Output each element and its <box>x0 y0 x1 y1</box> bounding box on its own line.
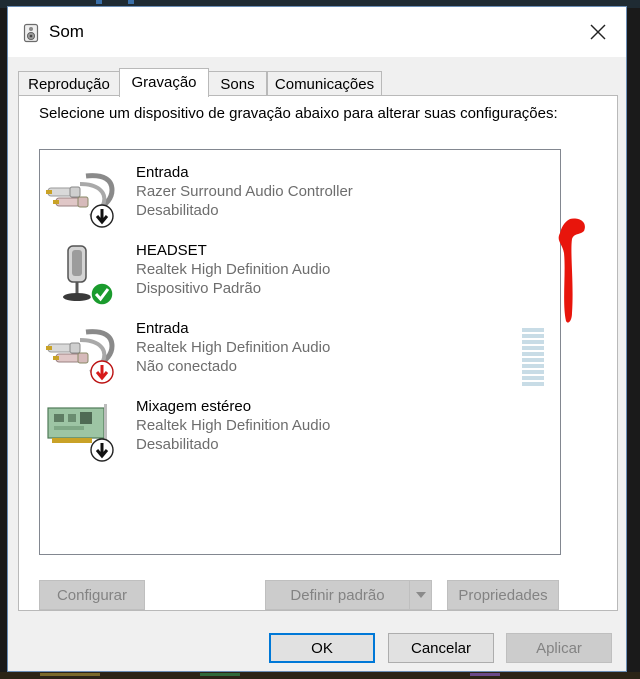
device-item-entrada-realtek[interactable]: Entrada Realtek High Definition Audio Nã… <box>40 319 560 397</box>
rca-cable-icon <box>46 173 115 228</box>
recording-panel: Selecione um dispositivo de gravação aba… <box>18 95 618 611</box>
device-driver: Realtek High Definition Audio <box>136 417 331 434</box>
set-default-label: Definir padrão <box>290 586 385 604</box>
instruction-text: Selecione um dispositivo de gravação aba… <box>39 105 558 122</box>
device-name: Entrada <box>136 164 189 181</box>
configure-button[interactable]: Configurar <box>39 580 145 610</box>
device-driver: Realtek High Definition Audio <box>136 261 331 278</box>
tab-recording[interactable]: Gravação <box>119 68 209 97</box>
title-bar: Som <box>8 7 626 57</box>
device-status: Dispositivo Padrão <box>136 280 262 297</box>
taskbar-indicator <box>96 0 102 4</box>
device-driver: Razer Surround Audio Controller <box>136 183 353 200</box>
red-annotation-mark <box>558 218 585 323</box>
headset-microphone-icon <box>63 245 114 306</box>
device-name: Mixagem estéreo <box>136 398 252 415</box>
ok-button[interactable]: OK <box>269 633 375 663</box>
sound-dialog: Som Reprodução Gravação Sons Comunicaçõe… <box>7 6 627 672</box>
device-item-entrada-razer[interactable]: Entrada Razer Surround Audio Controller … <box>40 163 560 241</box>
device-driver: Realtek High Definition Audio <box>136 339 331 356</box>
device-name: HEADSET <box>136 242 207 259</box>
desktop-bottom-strip <box>0 672 640 679</box>
set-default-split-button[interactable]: Definir padrão <box>265 580 432 610</box>
tab-communications[interactable]: Comunicações <box>267 71 382 96</box>
speaker-icon <box>23 23 39 43</box>
window-title: Som <box>49 22 84 41</box>
taskbar-indicator <box>128 0 134 4</box>
close-icon[interactable] <box>583 17 613 47</box>
cancel-button[interactable]: Cancelar <box>388 633 494 663</box>
tab-sounds[interactable]: Sons <box>208 71 267 96</box>
device-name: Entrada <box>136 320 189 337</box>
properties-button[interactable]: Propriedades <box>447 580 559 610</box>
device-list[interactable]: Entrada Razer Surround Audio Controller … <box>39 149 561 555</box>
sound-card-icon <box>47 404 114 462</box>
device-status: Não conectado <box>136 358 237 375</box>
rca-cable-icon <box>46 329 115 384</box>
device-status: Desabilitado <box>136 436 219 453</box>
apply-button[interactable]: Aplicar <box>506 633 612 663</box>
chevron-down-icon[interactable] <box>409 581 432 609</box>
tab-strip: Reprodução Gravação Sons Comunicações <box>18 68 618 97</box>
device-item-headset[interactable]: HEADSET Realtek High Definition Audio Di… <box>40 241 560 386</box>
device-status: Desabilitado <box>136 202 219 219</box>
tab-playback[interactable]: Reprodução <box>18 71 120 96</box>
device-item-stereo-mix[interactable]: Mixagem estéreo Realtek High Definition … <box>40 397 560 475</box>
